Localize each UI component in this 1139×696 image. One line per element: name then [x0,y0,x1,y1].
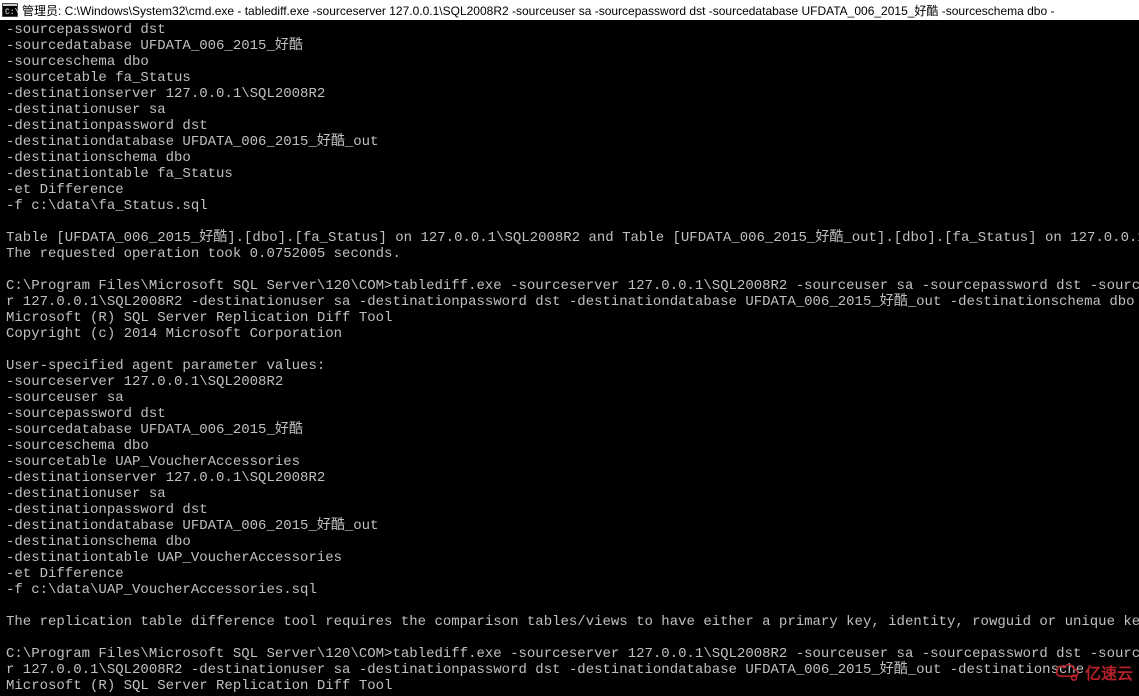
console-line: Microsoft (R) SQL Server Replication Dif… [6,678,1133,694]
console-line [6,598,1133,614]
console-line: -destinationschema dbo [6,534,1133,550]
console-line [6,630,1133,646]
console-line: C:\Program Files\Microsoft SQL Server\12… [6,646,1133,662]
console-line [6,214,1133,230]
console-line: -et Difference [6,182,1133,198]
console-line: -f c:\data\UAP_VoucherAccessories.sql [6,582,1133,598]
console-line: r 127.0.0.1\SQL2008R2 -destinationuser s… [6,662,1133,678]
console-line: Copyright (c) 2014 Microsoft Corporation [6,326,1133,342]
console-line: C:\Program Files\Microsoft SQL Server\12… [6,278,1133,294]
console-line: -destinationserver 127.0.0.1\SQL2008R2 [6,86,1133,102]
console-line: -destinationdatabase UFDATA_006_2015_好酷_… [6,518,1133,534]
window-titlebar[interactable]: C:\ 管理员: C:\Windows\System32\cmd.exe - t… [0,0,1139,20]
console-line: The replication table difference tool re… [6,614,1133,630]
watermark-logo-icon [1053,662,1081,682]
console-line: -sourcepassword dst [6,406,1133,422]
console-line: -destinationdatabase UFDATA_006_2015_好酷_… [6,134,1133,150]
console-line: -sourceuser sa [6,390,1133,406]
console-line: -f c:\data\fa_Status.sql [6,198,1133,214]
console-line: -sourcedatabase UFDATA_006_2015_好酷 [6,38,1133,54]
console-line [6,262,1133,278]
console-line: r 127.0.0.1\SQL2008R2 -destinationuser s… [6,294,1133,310]
console-line: -destinationuser sa [6,102,1133,118]
window-title: 管理员: C:\Windows\System32\cmd.exe - table… [22,2,1137,19]
console-line: -sourcetable fa_Status [6,70,1133,86]
console-line: -destinationpassword dst [6,502,1133,518]
console-line: Table [UFDATA_006_2015_好酷].[dbo].[fa_Sta… [6,230,1133,246]
console-line: -sourceschema dbo [6,438,1133,454]
console-line: -destinationtable UAP_VoucherAccessories [6,550,1133,566]
console-line: -destinationpassword dst [6,118,1133,134]
console-line: -et Difference [6,566,1133,582]
console-line: -sourcetable UAP_VoucherAccessories [6,454,1133,470]
watermark-text: 亿速云 [1085,660,1133,684]
svg-text:C:\: C:\ [5,8,18,17]
watermark: 亿速云 [1053,660,1133,684]
console-line: -destinationtable fa_Status [6,166,1133,182]
console-line: Microsoft (R) SQL Server Replication Dif… [6,310,1133,326]
console-line: -destinationserver 127.0.0.1\SQL2008R2 [6,470,1133,486]
console-line: -destinationschema dbo [6,150,1133,166]
console-line: -sourcepassword dst [6,22,1133,38]
console-line: -destinationuser sa [6,486,1133,502]
console-output[interactable]: -sourcepassword dst-sourcedatabase UFDAT… [0,20,1139,696]
console-line: The requested operation took 0.0752005 s… [6,246,1133,262]
console-line: User-specified agent parameter values: [6,358,1133,374]
console-line [6,342,1133,358]
console-line: -sourceserver 127.0.0.1\SQL2008R2 [6,374,1133,390]
cmd-icon: C:\ [2,3,18,17]
console-line: -sourceschema dbo [6,54,1133,70]
console-line: -sourcedatabase UFDATA_006_2015_好酷 [6,422,1133,438]
